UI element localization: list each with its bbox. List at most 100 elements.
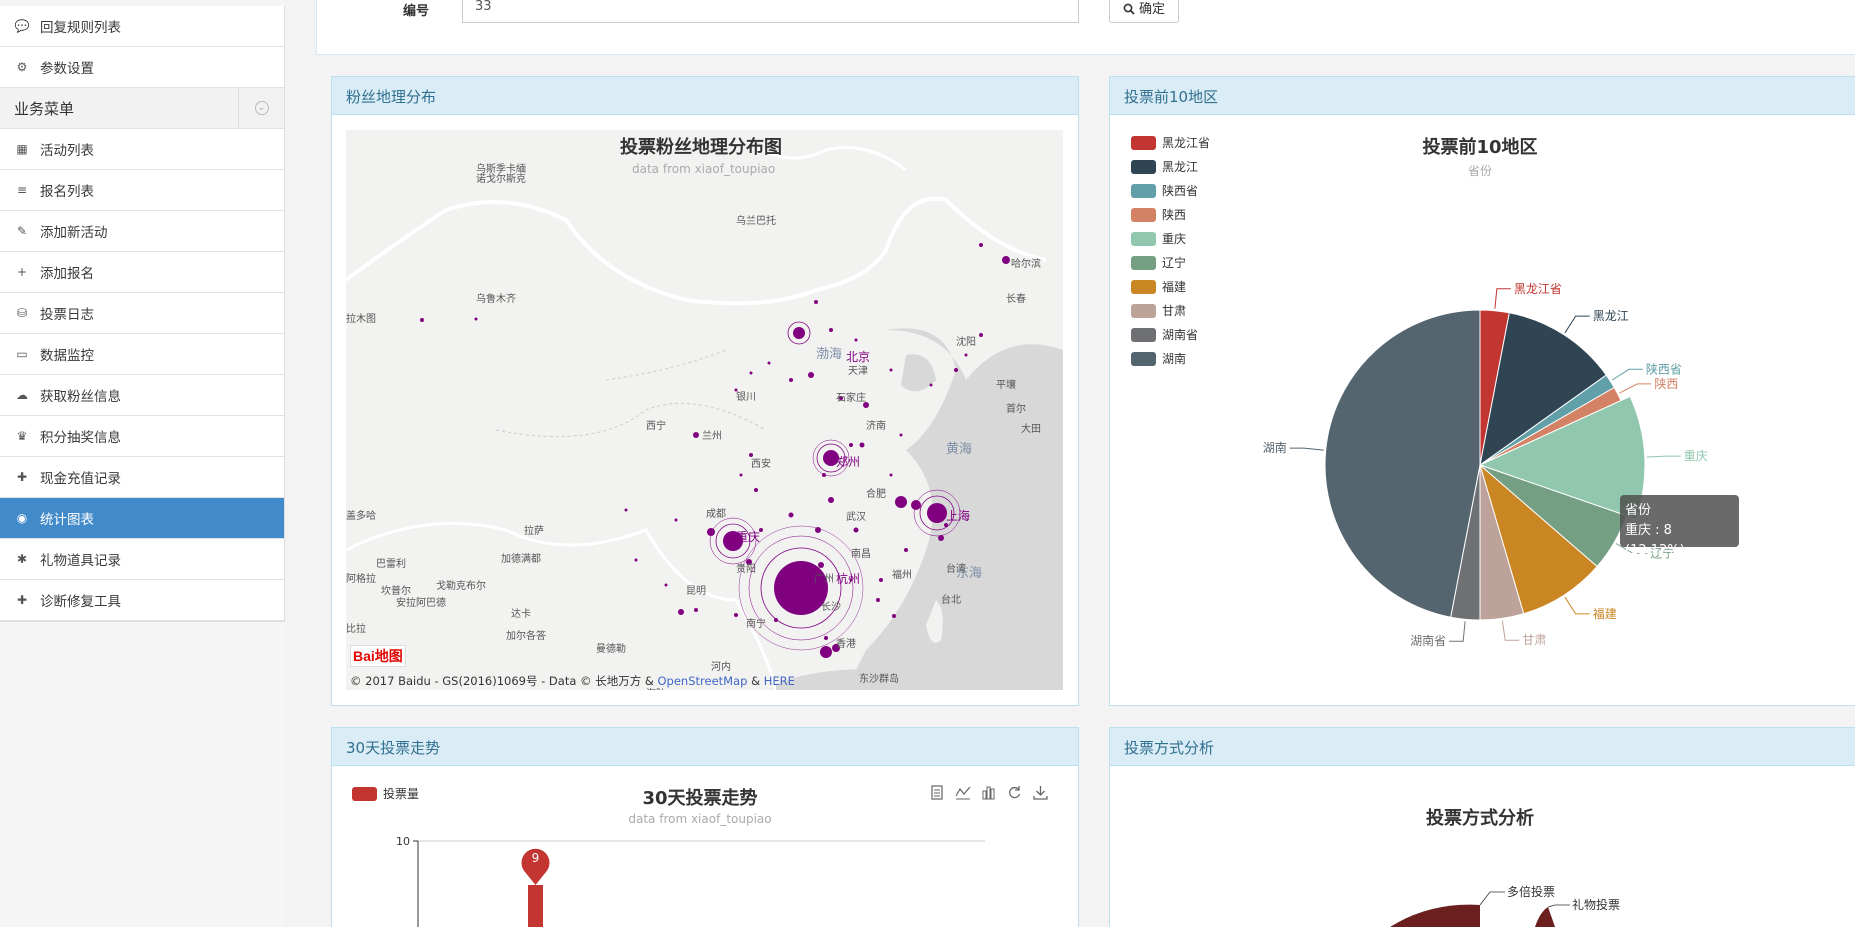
legend-swatch	[1131, 159, 1156, 174]
map-city-label: 贵阳	[736, 564, 756, 575]
map-city-label: 重庆	[736, 530, 761, 544]
map-city-label: 广州	[814, 574, 834, 585]
legend-swatch	[1131, 255, 1156, 270]
map-city-label: 乌兰巴托	[736, 216, 776, 227]
pie-leader-line	[1449, 621, 1466, 642]
pie-legend-item[interactable]: 重庆	[1131, 230, 1186, 247]
legend-swatch	[1131, 183, 1156, 198]
pie-slice-label: 黑龙江省	[1514, 282, 1562, 296]
sidebar-item-laptop[interactable]: ▭ 数据监控	[0, 334, 284, 375]
map-city-label: 达卡	[511, 609, 531, 620]
legend-label: 黑龙江省	[1162, 136, 1211, 150]
legend-swatch	[1131, 231, 1156, 246]
sidebar-item-label: 积分抽奖信息	[40, 430, 121, 446]
method-slice-2[interactable]	[1535, 907, 1555, 927]
sidebar-item-calendar[interactable]: ▦ 活动列表	[0, 129, 284, 170]
map-city-label: 沈阳	[956, 337, 976, 348]
sidebar-item-comments[interactable]: 💬 回复规则列表	[0, 6, 284, 47]
sidebar-item-trophy[interactable]: ♛ 积分抽奖信息	[0, 416, 284, 457]
legend-swatch	[1131, 135, 1156, 150]
sidebar-item-list[interactable]: ≡ 报名列表	[0, 170, 284, 211]
line-chart-icon[interactable]	[955, 785, 971, 804]
pie-leader-line	[1619, 383, 1652, 394]
pie-tooltip: 省份 重庆 : 8 (12.12%)	[1620, 495, 1739, 558]
sidebar-item-label: 报名列表	[40, 184, 94, 200]
fan-geo-map[interactable]: 渤海 黄海 东海 乌斯季卡緬 诺戈尔斯克 乌兰巴托 乌鲁木齐 哈尔滨 长春 沈阳 北京 天津 石家…	[346, 130, 1063, 690]
sidebar-item-gear[interactable]: ⚙ 参数设置	[0, 47, 284, 88]
trend-legend-label: 投票量	[383, 787, 420, 801]
pie-slice[interactable]	[1324, 309, 1481, 618]
map-city-label: 福州	[892, 570, 912, 581]
sidebar-item-label: 参数设置	[40, 61, 94, 77]
map-city-label: 河内	[711, 662, 731, 673]
sidebar-item-cloud-download[interactable]: ☁ 获取粉丝信息	[0, 375, 284, 416]
search-icon	[1123, 3, 1135, 15]
sidebar-item-eye[interactable]: ◉ 统计图表	[0, 498, 284, 539]
tooltip-title: 省份	[1625, 503, 1652, 518]
map-copyright: © 2017 Baidu - GS(2016)1069号 - Data © 长地…	[350, 673, 795, 689]
confirm-label: 确定	[1138, 2, 1165, 17]
trend-legend[interactable]: 投票量	[352, 785, 419, 802]
sidebar-item-label: 获取粉丝信息	[40, 389, 121, 405]
number-input[interactable]: 33	[462, 0, 1079, 23]
data-view-icon[interactable]	[930, 785, 944, 804]
sidebar-nav: 💬 回复规则列表 ⚙ 参数设置 业务菜单 ⌄ ▦ 活动列表 ≡ 报名列表 ✎ 添加新活动 + 添加报名 ⛁ 投…	[0, 6, 285, 622]
method-chart[interactable]: 多倍投票 礼物投票	[1380, 877, 1680, 927]
calendar-icon: ▦	[16, 142, 28, 156]
sidebar-item-label: 现金充值记录	[40, 471, 121, 487]
sidebar-section-business[interactable]: 业务菜单 ⌄	[0, 88, 284, 129]
map-city-label: 银川	[736, 392, 756, 403]
download-icon[interactable]	[1033, 785, 1048, 804]
pie-legend-item[interactable]: 陕西省	[1131, 182, 1198, 199]
map-city-label: 加德满都	[501, 554, 541, 565]
map-city-label: 拉木图	[346, 314, 376, 325]
map-city-label: 石家庄	[836, 393, 866, 404]
pie-legend-item[interactable]: 黑龙江省	[1131, 134, 1210, 151]
map-chart-subtitle: data from xiaof_toupiao	[632, 162, 776, 176]
map-city-label: 台北	[941, 595, 961, 606]
pie-slice-label: 湖南	[1263, 440, 1287, 455]
openstreetmap-link[interactable]: OpenStreetMap	[658, 674, 748, 688]
bar-chart-icon[interactable]	[981, 785, 996, 804]
puzzle-icon: ✚	[16, 593, 28, 607]
confirm-button[interactable]: 确定	[1109, 0, 1179, 23]
trend-chart[interactable]: 10 9	[380, 820, 1000, 927]
method-slice-1[interactable]	[1390, 904, 1480, 927]
sea-bohai: 渤海	[816, 347, 843, 362]
sidebar-item-label: 活动列表	[40, 143, 94, 159]
trend-bar[interactable]	[528, 885, 543, 927]
legend-swatch	[1131, 207, 1156, 222]
pie-slice-label: 陕西省	[1646, 361, 1682, 376]
sidebar-item-edit[interactable]: ✎ 添加新活动	[0, 211, 284, 252]
refresh-icon[interactable]	[1007, 785, 1022, 804]
map-city-label: 西安	[751, 459, 771, 470]
pie-legend-item[interactable]: 黑龙江	[1131, 158, 1198, 175]
legend-swatch	[1131, 279, 1156, 294]
map-city-label: 加尔各答	[506, 631, 546, 642]
section-toggle[interactable]: ⌄	[238, 88, 284, 128]
legend-label: 陕西	[1162, 208, 1187, 222]
pie-slice-label: 湖南省	[1410, 633, 1446, 648]
sidebar-item-puzzle[interactable]: ✚ 现金充值记录	[0, 457, 284, 498]
pie-chart[interactable]: 黑龙江省黑龙江陕西省陕西重庆辽宁福建甘肃湖南省湖南	[1170, 265, 1790, 665]
tooltip-text: 重庆 : 8 (12.12%)	[1625, 523, 1685, 558]
map-city-label: 首尔	[1006, 404, 1026, 415]
map-chart-title: 投票粉丝地理分布图	[620, 137, 782, 158]
map-city-label: 杭州	[836, 572, 861, 586]
laptop-icon: ▭	[16, 347, 28, 361]
sidebar-item-plus[interactable]: + 添加报名	[0, 252, 284, 293]
copyright-and: &	[751, 674, 761, 688]
pie-slice-label: 甘肃	[1522, 633, 1546, 647]
gift-icon: ✱	[16, 552, 28, 566]
legend-swatch	[1131, 303, 1156, 318]
sidebar-item-puzzle[interactable]: ✚ 诊断修复工具	[0, 580, 284, 621]
pie-legend-item[interactable]: 陕西	[1131, 206, 1186, 223]
pie-slice-label: 陕西	[1654, 376, 1678, 391]
sidebar-item-database[interactable]: ⛁ 投票日志	[0, 293, 284, 334]
eye-icon: ◉	[16, 511, 28, 525]
here-link[interactable]: HERE	[764, 674, 795, 688]
map-city-label: 长沙	[821, 602, 841, 613]
pie-leader-line	[1494, 288, 1511, 309]
sidebar-item-gift[interactable]: ✱ 礼物道具记录	[0, 539, 284, 580]
map-city-label: 平壤	[996, 380, 1016, 391]
